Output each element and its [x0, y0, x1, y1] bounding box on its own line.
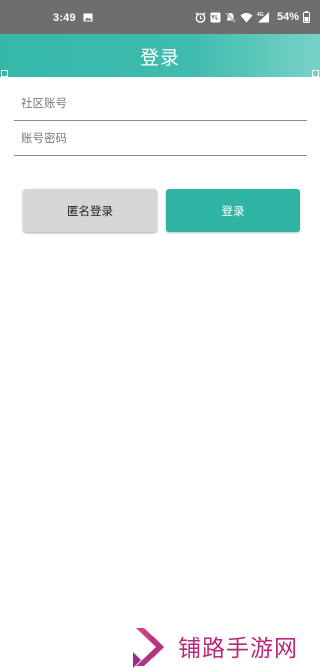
account-input[interactable] [14, 85, 307, 120]
corner-marker-icon [1, 70, 8, 77]
svg-text:4G: 4G [257, 12, 264, 18]
login-button[interactable]: 登录 [166, 189, 300, 232]
password-field [14, 120, 307, 156]
mute-icon [225, 11, 236, 23]
battery-icon [303, 11, 310, 23]
battery-percent: 54% [276, 11, 299, 23]
account-field [14, 85, 307, 121]
anonymous-login-label: 匿名登录 [67, 203, 113, 218]
status-icons: 4G 54% [195, 10, 310, 24]
volte-icon [210, 12, 221, 22]
watermark-text: 铺路手游网 [178, 636, 298, 662]
image-icon [83, 13, 93, 22]
page-title: 登录 [139, 47, 180, 69]
login-label: 登录 [221, 203, 245, 218]
4g-signal-icon: 4G [257, 12, 269, 23]
status-bar: 3:49 4G 54% [0, 0, 320, 34]
watermark: 铺路手游网 [126, 622, 320, 671]
anonymous-login-button[interactable]: 匿名登录 [23, 189, 157, 232]
status-time: 3:49 [53, 12, 76, 24]
login-form: 匿名登录 登录 [8, 82, 312, 667]
app-header: 登录 [0, 34, 320, 77]
wifi-icon [240, 12, 253, 22]
password-input[interactable] [14, 120, 307, 155]
chevron-logo-icon [133, 628, 164, 668]
corner-marker-icon [312, 70, 319, 77]
alarm-icon [195, 11, 206, 23]
